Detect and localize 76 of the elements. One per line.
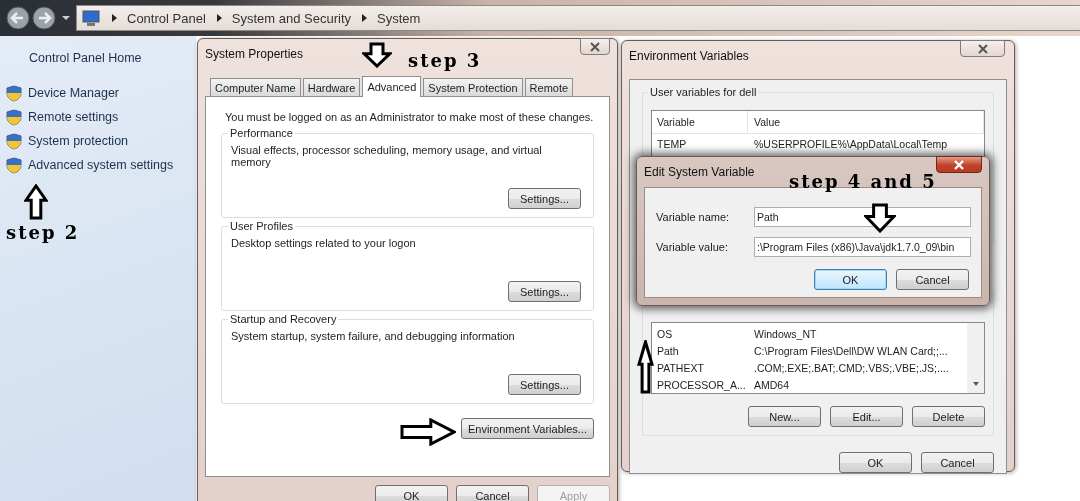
sidebar-link[interactable]: Advanced system settings [28,158,174,172]
step-annotation: step 2 [6,222,80,243]
address-field[interactable]: Control Panel System and Security System [76,5,1080,31]
group-description: Desktop settings related to your logon [231,237,417,249]
close-icon [976,43,989,54]
dialog-button[interactable]: Cancel [456,485,529,501]
dialog-button[interactable]: OK [839,452,912,473]
table-cell-text: AMD64 [753,378,790,391]
dialog-button[interactable]: Cancel [896,269,969,290]
table-cell-text: C:\Program Files\Dell\DW WLAN Card;;... [753,344,949,357]
group-title: Performance [228,127,295,139]
breadcrumb[interactable]: Control Panel [127,10,206,26]
window-title: Environment Variables [629,49,749,63]
field-label: Variable name: [656,211,731,223]
sidebar-link[interactable]: System protection [28,134,129,148]
scroll-down-icon[interactable] [971,381,980,387]
arrow-icon [24,184,48,220]
group-description: Visual effects, processor scheduling, memory usage, and virtual memory [231,144,543,168]
shield-icon [6,84,22,102]
list-button[interactable]: New... [748,406,821,427]
close-button[interactable] [960,40,1005,57]
sidebar-link[interactable]: Device Manager [28,86,119,100]
input-field[interactable]: :\Program Files (x86)\Java\jdk1.7.0_09\bin [754,237,971,257]
notice-text: You must be logged on as an Administrator to make most of these changes. [225,111,594,123]
window-title: Edit System Variable [644,165,755,179]
table-cell-text: %USERPROFILE%\AppData\Local\Temp [753,138,949,150]
settings-button[interactable]: Settings... [508,374,581,395]
column-header[interactable]: Value [748,111,984,133]
list-button[interactable]: Delete [912,406,985,427]
shield-icon [6,108,22,126]
input-field[interactable]: Path [754,207,971,227]
group-title: User Profiles [228,220,295,232]
close-button[interactable] [936,156,982,173]
tab[interactable]: Hardware [302,78,361,96]
close-icon [953,159,965,170]
window-title: System Properties [205,47,304,61]
field-label: Variable value: [656,241,729,253]
table-cell-text: Path [656,344,680,357]
chevron-icon [359,13,369,23]
arrow-icon [864,203,896,233]
breadcrumb[interactable]: System [377,10,421,26]
step-annotation: step 4 and 5 [789,171,937,192]
table-cell-text: Windows_NT [753,327,818,340]
group-title: User variables for dell [648,86,759,98]
tab[interactable]: Advanced [362,76,422,97]
shield-icon [6,132,22,150]
table-cell-text: PATHEXT [656,361,705,374]
list-button[interactable]: Edit... [830,406,903,427]
environment-variables-button[interactable]: Environment Variables... [460,418,594,439]
dialog-button[interactable]: OK [375,485,448,501]
group-title: Startup and Recovery [228,313,339,325]
settings-button[interactable]: Settings... [508,281,581,302]
close-icon [589,41,601,52]
group-description: System startup, system failure, and debugging information [231,330,516,342]
dialog-button[interactable]: Cancel [921,452,994,473]
sidebar-link[interactable]: Remote settings [28,110,119,124]
arrow-icon [400,418,456,446]
dialog-button[interactable]: OK [814,269,887,290]
tab[interactable]: Computer Name [210,78,301,96]
table-cell-text: TEMP [656,138,688,150]
step-annotation: step 3 [408,50,482,71]
column-header[interactable]: Variable [652,111,748,133]
settings-button[interactable]: Settings... [508,188,581,209]
table-cell-text: .COM;.EXE;.BAT;.CMD;.VBS;.VBE;.JS;.... [753,361,950,374]
close-button[interactable] [580,38,610,55]
tab[interactable]: System Protection [423,78,523,96]
sidebar-link[interactable]: Control Panel Home [29,51,196,65]
chevron-icon [109,13,119,23]
table-cell-text: PROCESSOR_A... [656,378,747,391]
scrollbar[interactable] [967,323,984,393]
table-cell-text: OS [656,327,674,340]
breadcrumb[interactable]: System and Security [231,10,351,26]
arrow-icon [362,42,392,68]
tab[interactable]: Remote [524,78,574,96]
shield-icon [6,156,22,174]
computer-icon [81,9,101,27]
